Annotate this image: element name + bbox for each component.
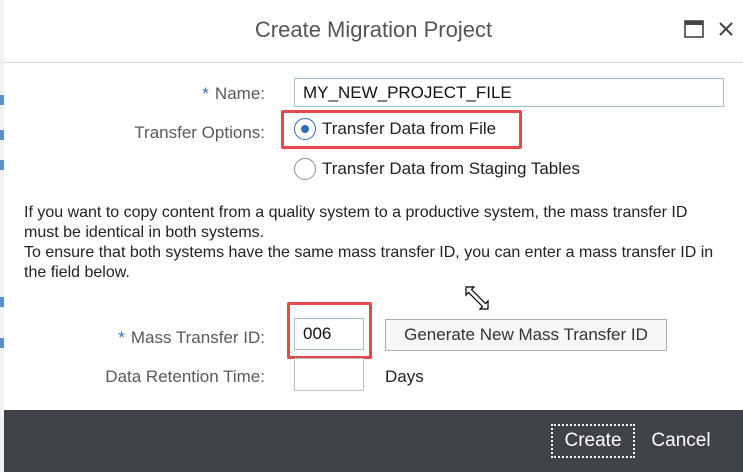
create-migration-project-dialog: Create Migration Project * Name: Transfer…	[4, 0, 743, 472]
info-text: If you want to copy content from a quali…	[24, 203, 724, 283]
transfer-from-staging-label: Transfer Data from Staging Tables	[322, 159, 580, 178]
dialog-title: Create Migration Project	[254, 17, 493, 42]
transfer-options-label: Transfer Options:	[134, 123, 265, 142]
cancel-button[interactable]: Cancel	[644, 424, 718, 458]
close-icon	[719, 22, 733, 36]
mass-transfer-id-label: * Mass Transfer ID:	[118, 328, 265, 348]
transfer-from-staging-radio[interactable]: Transfer Data from Staging Tables	[294, 158, 580, 180]
data-retention-input[interactable]	[294, 358, 364, 391]
mass-transfer-id-label-text: Mass Transfer ID:	[130, 328, 265, 347]
maximize-icon	[684, 20, 704, 38]
resize-cursor-icon	[465, 286, 489, 310]
name-label-text: Name:	[214, 84, 265, 103]
maximize-button[interactable]	[682, 17, 706, 41]
radio-unselected-icon	[294, 158, 316, 180]
info-line-1: If you want to copy content from a quali…	[24, 204, 688, 241]
dialog-header: Create Migration Project	[4, 0, 743, 63]
radio-selected-icon	[294, 118, 316, 140]
close-button[interactable]	[714, 17, 738, 41]
transfer-from-file-label: Transfer Data from File	[322, 119, 497, 138]
name-label: * Name:	[202, 84, 265, 104]
data-retention-label: Data Retention Time:	[105, 367, 265, 386]
required-marker: *	[118, 328, 125, 347]
dialog-footer: Create Cancel	[4, 410, 743, 472]
name-input[interactable]	[294, 78, 724, 107]
mass-transfer-id-input[interactable]	[294, 318, 364, 350]
info-line-2: To ensure that both systems have the sam…	[24, 244, 714, 281]
required-marker: *	[202, 84, 209, 103]
transfer-from-file-radio[interactable]: Transfer Data from File	[294, 118, 496, 140]
create-button[interactable]: Create	[551, 424, 635, 458]
generate-mass-transfer-id-button[interactable]: Generate New Mass Transfer ID	[385, 319, 667, 351]
days-unit-label: Days	[385, 367, 424, 386]
